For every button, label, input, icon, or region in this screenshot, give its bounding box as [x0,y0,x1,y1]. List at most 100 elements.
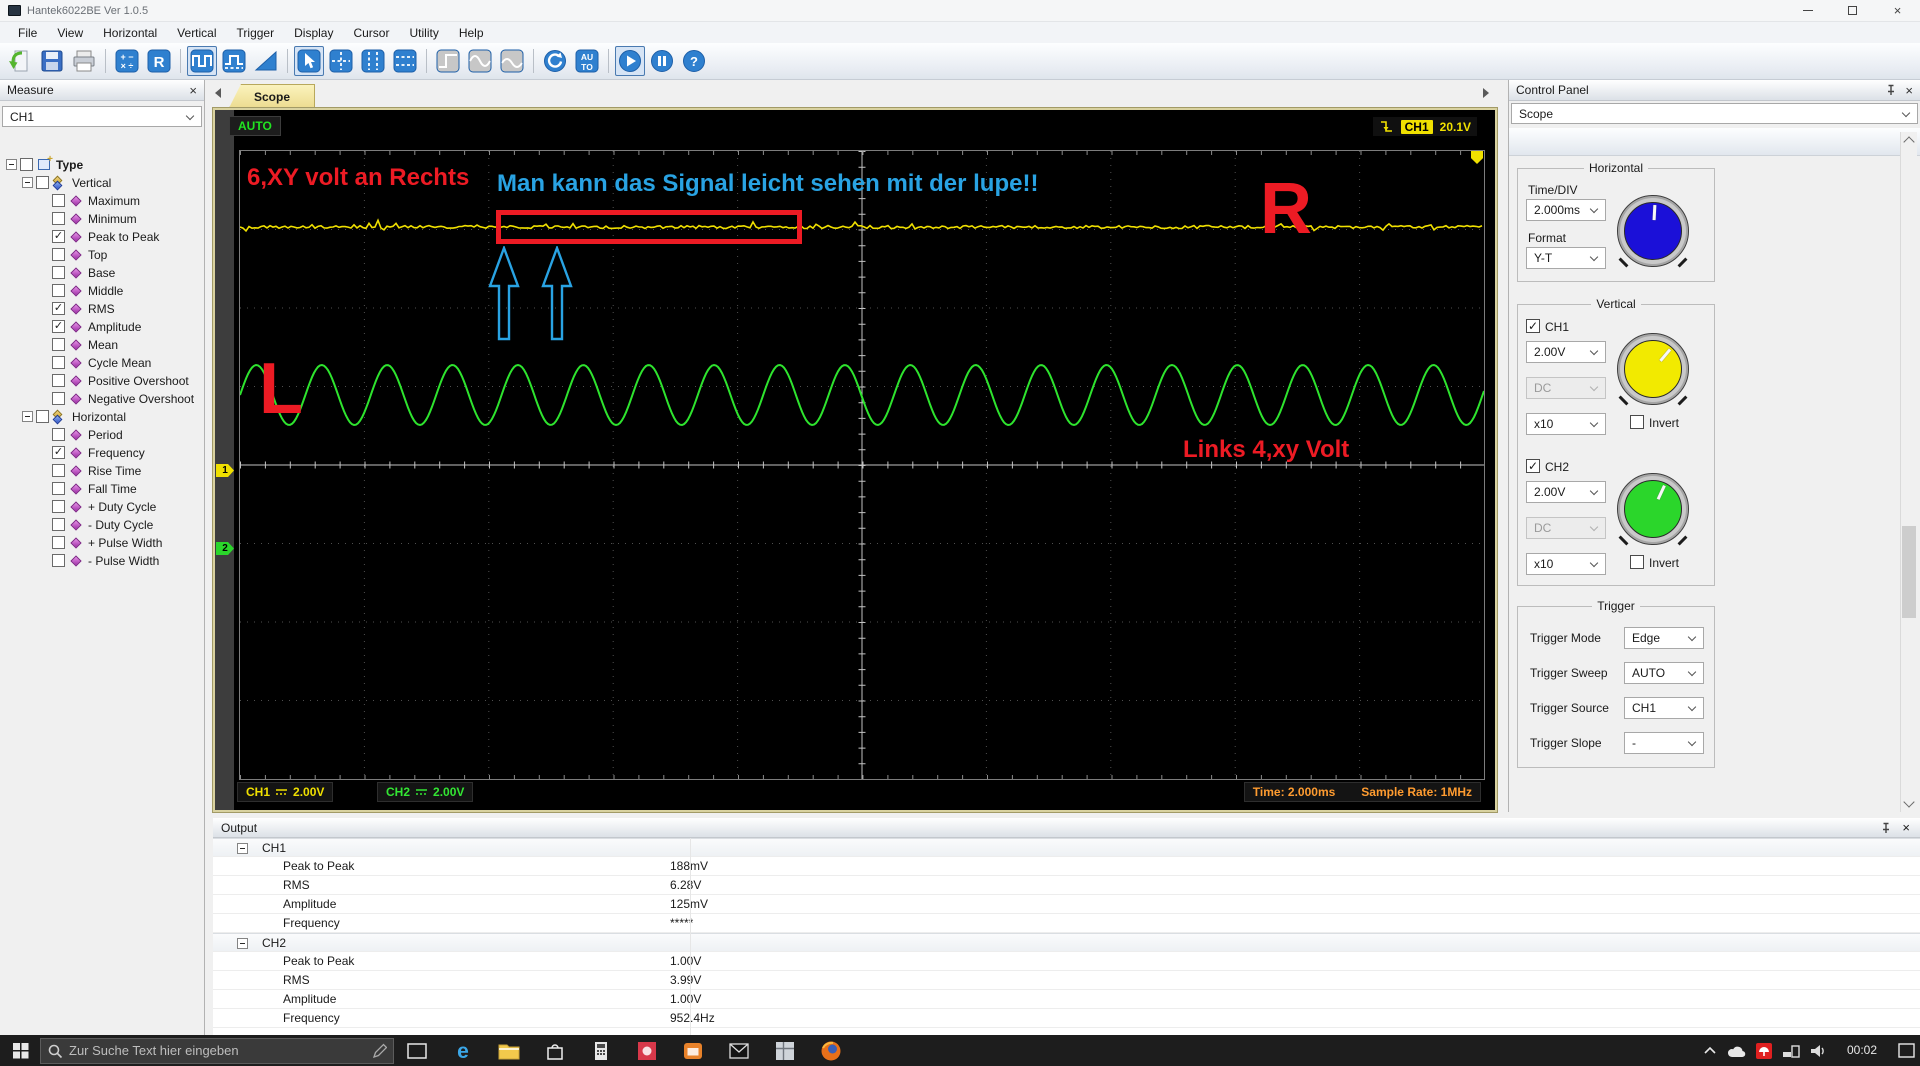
photos-app-icon[interactable] [624,1035,670,1066]
onedrive-cloud-icon[interactable] [1723,1035,1750,1066]
measure-close-icon[interactable]: × [189,83,197,98]
tree-item-rise-time[interactable]: Rise Time [0,462,204,480]
ch1-probe-select[interactable]: x10 [1526,413,1606,435]
tree-item-cycle-mean[interactable]: Cycle Mean [0,354,204,372]
control-panel-close-icon[interactable]: × [1905,83,1913,98]
pulse-wave-button[interactable] [219,46,249,76]
math-operation-button[interactable]: + −× ÷ [112,46,142,76]
tree-item-type[interactable]: Type [0,156,204,174]
save-file-button[interactable] [37,46,67,76]
tree-checkbox[interactable] [52,338,65,351]
pin-icon[interactable] [1885,84,1897,96]
tree-checkbox[interactable] [52,536,65,549]
tree-checkbox[interactable]: ✓ [52,446,65,459]
menu-view[interactable]: View [47,24,93,42]
trigger-source-select[interactable]: CH1 [1624,697,1704,719]
tree-checkbox[interactable] [52,374,65,387]
output-group-row[interactable]: CH1 [213,838,1920,857]
action-center-icon[interactable] [1893,1035,1920,1066]
menu-utility[interactable]: Utility [399,24,448,42]
ch2-enable-checkbox[interactable]: ✓ [1526,459,1540,473]
menu-vertical[interactable]: Vertical [167,24,226,42]
tree-item--duty-cycle[interactable]: + Duty Cycle [0,498,204,516]
search-input[interactable]: Zur Suche Text hier eingeben [40,1038,394,1064]
measure-channel-select[interactable]: CH1 [2,106,202,127]
tree-item-mean[interactable]: Mean [0,336,204,354]
ch1-enable-checkbox[interactable]: ✓ [1526,319,1540,333]
pin-icon[interactable] [1880,822,1892,834]
file-explorer-icon[interactable] [486,1035,532,1066]
group-expander-icon[interactable] [237,938,248,949]
ch2-volts-knob[interactable] [1617,473,1689,545]
tab-scope[interactable]: Scope [229,84,315,108]
tree-item-base[interactable]: Base [0,264,204,282]
menu-help[interactable]: Help [449,24,494,42]
output-group-row[interactable]: CH2 [213,933,1920,952]
tree-checkbox[interactable] [52,518,65,531]
time-div-select[interactable]: 2.000ms [1526,199,1606,221]
step-signal-button[interactable] [433,46,463,76]
start-button[interactable] [0,1035,40,1066]
tree-item-horizontal[interactable]: Horizontal [0,408,204,426]
tree-item-minimum[interactable]: Minimum [0,210,204,228]
minimize-button[interactable] [1785,0,1830,21]
speaker-icon[interactable] [1804,1035,1831,1066]
control-panel-scrollbar[interactable] [1900,132,1917,812]
tree-expander-icon[interactable] [6,159,17,170]
ch2-invert-checkbox[interactable] [1630,555,1644,569]
start-button[interactable] [615,46,645,76]
menu-file[interactable]: File [8,24,47,42]
vertical-cursor-button[interactable] [358,46,388,76]
trigger-slope-select[interactable]: - [1624,732,1704,754]
tree-checkbox[interactable] [52,248,65,261]
tree-item-vertical[interactable]: Vertical [0,174,204,192]
ch1-volts-knob[interactable] [1617,333,1689,405]
tab-scroll-left-icon[interactable] [215,88,221,98]
menu-display[interactable]: Display [284,24,343,42]
trigger-mode-select[interactable]: Edge [1624,627,1704,649]
tree-checkbox[interactable] [52,500,65,513]
pen-icon[interactable] [371,1043,387,1059]
tree-item-amplitude[interactable]: ✓Amplitude [0,318,204,336]
tree-item-positive-overshoot[interactable]: Positive Overshoot [0,372,204,390]
tree-checkbox[interactable] [52,392,65,405]
network-icon[interactable] [1777,1035,1804,1066]
scrollbar-thumb[interactable] [1902,526,1916,618]
refresh-button[interactable] [540,46,570,76]
help-button[interactable]: ? [679,46,709,76]
tree-checkbox[interactable] [52,212,65,225]
clock[interactable]: 00:02 [1831,1035,1893,1066]
tree-checkbox[interactable] [52,266,65,279]
ch2-volts-div-select[interactable]: 2.00V [1526,481,1606,503]
smooth-signal-button[interactable] [497,46,527,76]
tree-checkbox[interactable] [52,464,65,477]
tree-item-peak-to-peak[interactable]: ✓Peak to Peak [0,228,204,246]
tree-checkbox[interactable] [52,194,65,207]
trigger-sweep-select[interactable]: AUTO [1624,662,1704,684]
reference-wave-button[interactable]: R [144,46,174,76]
horizontal-cursor-button[interactable] [390,46,420,76]
tree-expander-icon[interactable] [22,177,33,188]
tree-item-middle[interactable]: Middle [0,282,204,300]
tree-item--duty-cycle[interactable]: - Duty Cycle [0,516,204,534]
edge-icon[interactable]: e [440,1035,486,1066]
calculator-icon[interactable] [578,1035,624,1066]
tree-item-maximum[interactable]: Maximum [0,192,204,210]
tree-item-top[interactable]: Top [0,246,204,264]
tree-item-fall-time[interactable]: Fall Time [0,480,204,498]
tree-checkbox[interactable] [52,428,65,441]
tree-checkbox[interactable]: ✓ [52,320,65,333]
tree-item--pulse-width[interactable]: - Pulse Width [0,552,204,570]
tree-item-frequency[interactable]: ✓Frequency [0,444,204,462]
time-div-knob[interactable] [1617,195,1689,267]
menu-trigger[interactable]: Trigger [227,24,285,42]
group-expander-icon[interactable] [237,843,248,854]
tray-chevron-icon[interactable] [1696,1035,1723,1066]
tree-checkbox[interactable] [52,356,65,369]
mail-icon[interactable] [716,1035,762,1066]
cursor-select-button[interactable] [294,46,324,76]
tree-checkbox[interactable]: ✓ [52,230,65,243]
tree-checkbox[interactable]: ✓ [52,302,65,315]
tree-checkbox[interactable] [36,410,49,423]
ch1-invert-checkbox[interactable] [1630,415,1644,429]
